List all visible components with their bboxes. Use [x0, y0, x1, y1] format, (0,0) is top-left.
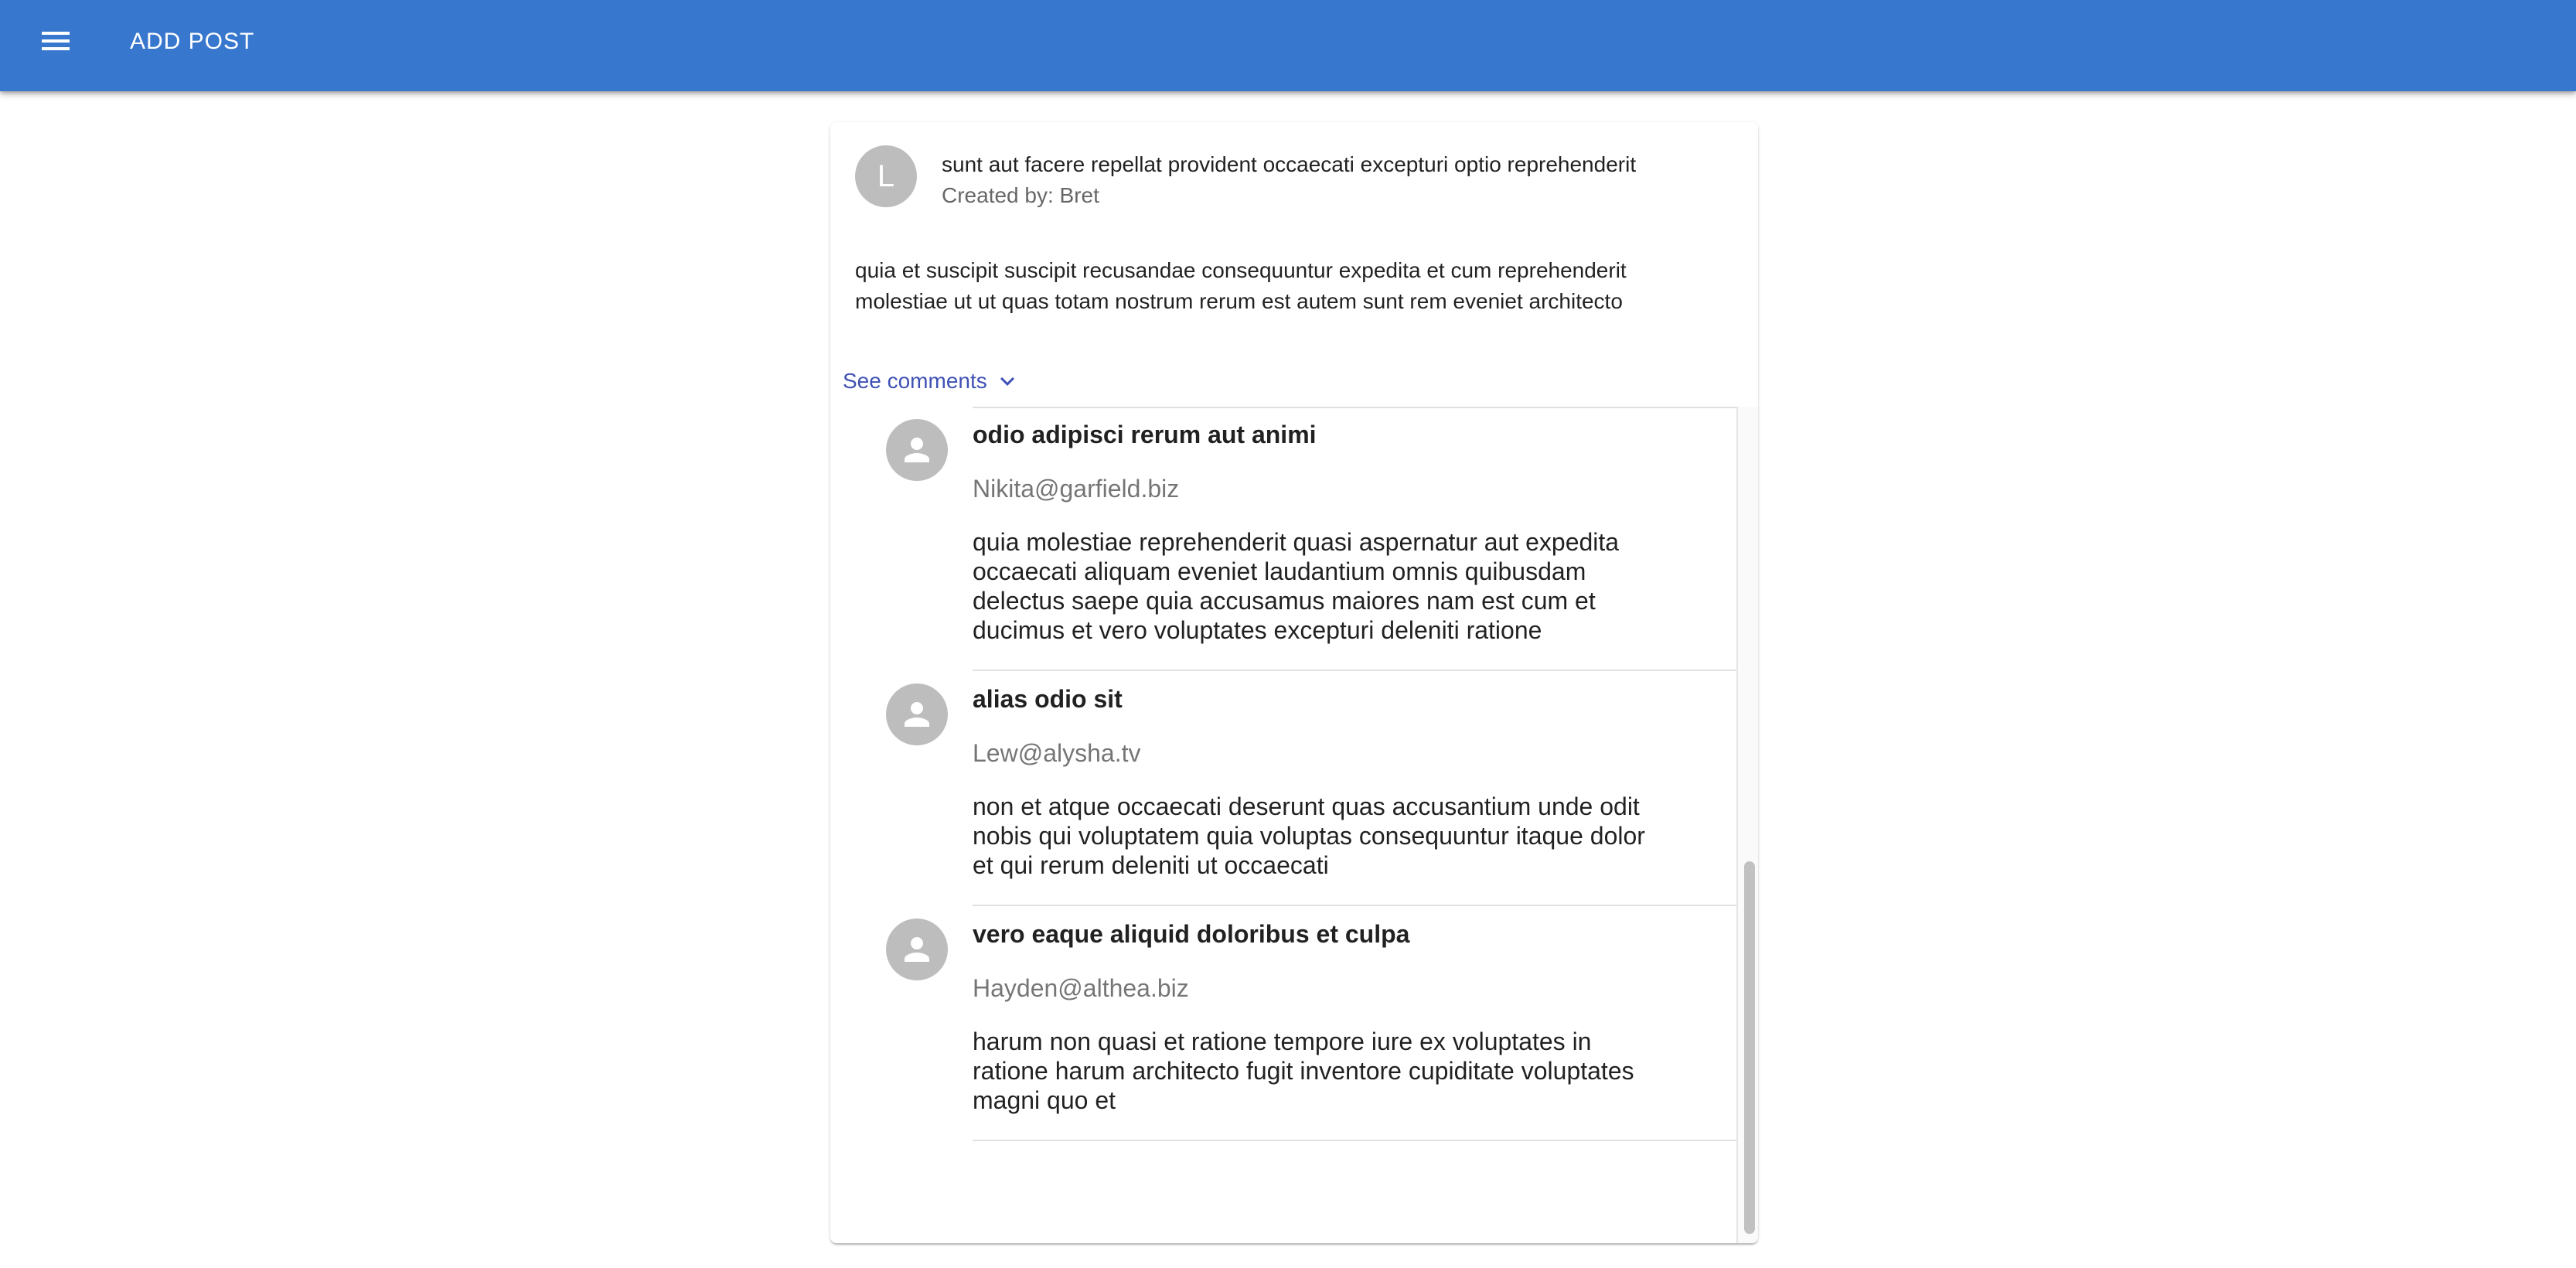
comment-email: Nikita@garfield.biz	[973, 475, 1180, 503]
post-body-line: molestiae ut ut quas totam nostrum rerum…	[855, 289, 1623, 313]
comment-body: harum non quasi et ratione tempore iure …	[973, 1027, 1715, 1115]
post-body: quia et suscipit suscipit recusandae con…	[855, 255, 1736, 317]
comment-body: non et atque occaecati deserunt quas acc…	[973, 792, 1715, 880]
post-avatar: L	[855, 145, 917, 207]
menu-icon	[42, 32, 70, 50]
scrollbar-thumb[interactable]	[1744, 861, 1755, 1234]
add-post-button[interactable]: ADD POST	[130, 28, 254, 56]
post-body-line: quia et suscipit suscipit recusandae con…	[855, 258, 1627, 282]
comment-body-line: ratione harum architecto fugit inventore…	[973, 1057, 1634, 1085]
comment-body-line: nobis qui voluptatem quia voluptas conse…	[973, 822, 1645, 850]
person-icon	[905, 937, 929, 962]
person-icon	[905, 702, 929, 727]
post-card: L sunt aut facere repellat provident occ…	[830, 122, 1758, 1243]
see-comments-label: See comments	[843, 369, 987, 393]
comment-email: Hayden@althea.biz	[973, 974, 1189, 1002]
comment-body-line: occaecati aliquam eveniet laudantium omn…	[973, 557, 1586, 585]
menu-button[interactable]	[29, 15, 82, 67]
comment-body-line: ducimus et vero voluptates excepturi del…	[973, 616, 1542, 644]
comment-email: Lew@alysha.tv	[973, 739, 1141, 767]
chevron-down-icon	[1000, 377, 1014, 386]
comments-list: odio adipisci rerum aut animi Nikita@gar…	[830, 407, 1758, 1243]
divider	[973, 670, 1736, 671]
divider	[973, 407, 1736, 408]
divider	[973, 905, 1736, 906]
comment-avatar	[886, 419, 948, 481]
person-icon	[905, 438, 929, 462]
post-creator: Created by: Bret	[942, 183, 1099, 207]
comment-body-line: magni quo et	[973, 1086, 1116, 1114]
comment-body-line: et qui rerum deleniti ut occaecati	[973, 851, 1329, 879]
app-bar: ADD POST	[0, 0, 2576, 91]
comment-avatar	[886, 683, 948, 745]
comment-name: vero eaque aliquid doloribus et culpa	[973, 920, 1410, 948]
comment-name: alias odio sit	[973, 685, 1123, 713]
comment-body-line: harum non quasi et ratione tempore iure …	[973, 1028, 1592, 1055]
divider	[973, 1140, 1736, 1141]
post-header: L sunt aut facere repellat provident occ…	[855, 145, 1736, 215]
comment-name: odio adipisci rerum aut animi	[973, 421, 1317, 448]
comment-avatar	[886, 919, 948, 980]
comment-body-line: delectus saepe quia accusamus maiores na…	[973, 587, 1596, 615]
post-title: sunt aut facere repellat provident occae…	[942, 152, 1637, 176]
see-comments-button[interactable]: See comments	[843, 360, 1021, 403]
comment-body-line: quia molestiae reprehenderit quasi asper…	[973, 528, 1620, 556]
comments-scrollbar[interactable]	[1736, 407, 1758, 1243]
comment-body: quia molestiae reprehenderit quasi asper…	[973, 527, 1715, 645]
comment-body-line: non et atque occaecati deserunt quas acc…	[973, 792, 1640, 820]
